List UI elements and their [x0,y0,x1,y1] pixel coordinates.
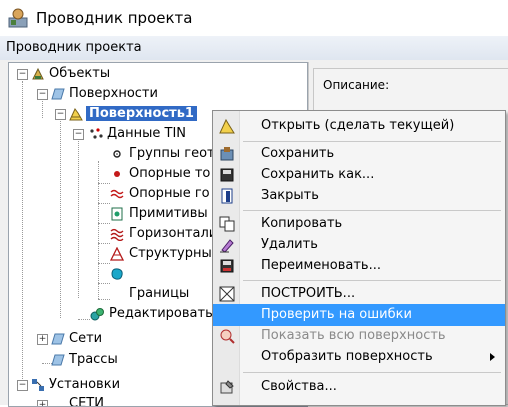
menu-label-save-as: Сохранить как... [261,167,375,182]
collapse-tin-toggle[interactable]: − [73,129,84,140]
point-groups-icon [113,150,121,158]
menu-item-show-all[interactable]: Показать всю поверхность [213,325,505,347]
tree-node-networks[interactable]: Сети [69,329,102,349]
surface-icon [69,108,83,121]
tree-node-settings-networks[interactable]: СЕТИ [69,394,104,406]
window-title: Проводник проекта [36,9,193,27]
delete-eraser-icon [220,239,234,253]
menu-item-save[interactable]: Сохранить [213,143,505,165]
menu-item-rename[interactable]: Переименовать... [213,255,505,277]
contours-icon [110,228,124,241]
menu-separator [243,141,501,142]
tree-node-tin-data[interactable]: Данные TIN [107,124,186,144]
tree-node-primitives[interactable]: Примитивы [129,204,208,224]
collapse-objects-toggle[interactable]: − [17,69,28,80]
tree-node-contours[interactable]: Горизонтали [129,224,217,244]
menu-item-check-errors[interactable]: Проверить на ошибки [213,304,505,326]
project-explorer-app-icon [8,8,28,28]
menu-label-show-all: Показать всю поверхность [261,328,446,343]
menu-label-open: Открыть (сделать текущей) [261,118,455,133]
menu-label-close: Закрыть [261,188,319,203]
save-as-icon [220,168,234,182]
tree-node-surfaces[interactable]: Поверхности [69,84,158,104]
title-bar: Проводник проекта [0,0,508,36]
menu-item-display-surface[interactable]: Отобразить поверхность [213,346,505,368]
description-label: Описание: [323,78,390,92]
tree-node-edit[interactable]: Редактировать [109,304,213,324]
collapse-settings-toggle[interactable]: − [17,380,28,391]
tree-node-objects[interactable]: Объекты [49,64,110,84]
edit-icon [90,308,104,321]
menu-label-copy: Копировать [261,216,343,231]
expand-settings-networks-toggle[interactable]: + [37,400,48,406]
menu-label-rename: Переименовать... [261,258,381,273]
tin-data-icon [90,128,103,139]
menu-separator [243,280,501,281]
menu-label-check-errors: Проверить на ошибки [261,307,412,322]
boundaries-icon [111,268,123,280]
reference-points-icon [114,171,120,177]
menu-item-close[interactable]: Закрыть [213,185,505,207]
context-menu: Открыть (сделать текущей) Сохранить Сохр… [212,110,506,406]
menu-item-build[interactable]: ПОСТРОИТЬ... [213,283,505,305]
primitives-icon [111,207,123,221]
tree-node-point-groups[interactable]: Группы геот [129,144,215,164]
tree-node-alignments[interactable]: Трассы [69,350,118,370]
tree-node-structural-lines[interactable]: Структурные [129,244,220,264]
tree-node-reference-contours[interactable]: Опорные го [129,184,210,204]
settings-icon [32,379,44,391]
menu-item-open[interactable]: Открыть (сделать текущей) [213,115,505,137]
properties-icon [220,380,234,394]
objects-icon [32,67,44,80]
menu-label-display-surface: Отобразить поверхность [261,349,433,364]
menu-label-build: ПОСТРОИТЬ... [261,286,356,301]
alignments-folder-icon [51,354,65,366]
zoom-extents-icon [220,329,235,344]
rename-icon [220,259,234,273]
menu-item-delete[interactable]: Удалить [213,234,505,256]
tree-node-reference-points[interactable]: Опорные то [129,164,210,184]
expand-networks-toggle[interactable]: + [37,334,48,345]
structural-lines-icon [110,247,124,261]
tree-node-surface1[interactable]: Поверхность1 [86,104,197,124]
submenu-arrow-icon [490,353,495,361]
panel-header-title: Проводник проекта [6,40,142,55]
menu-item-save-as[interactable]: Сохранить как... [213,164,505,186]
menu-label-save: Сохранить [261,146,335,161]
tree-node-boundaries[interactable]: Границы [129,284,189,304]
networks-folder-icon [51,333,65,345]
open-surface-icon [219,118,235,134]
menu-separator [243,210,501,211]
close-door-icon [221,188,233,204]
menu-label-properties: Свойства... [261,379,337,394]
menu-item-properties[interactable]: Свойства... [213,376,505,398]
collapse-surfaces-toggle[interactable]: − [37,89,48,100]
tree-node-settings[interactable]: Установки [49,375,120,395]
panel-header: Проводник проекта [0,36,508,61]
save-icon [220,147,234,161]
collapse-surface1-toggle[interactable]: − [55,109,66,120]
menu-separator [243,372,501,373]
build-icon [219,286,235,302]
reference-contours-icon [110,189,124,199]
selected-surface-label: Поверхность1 [86,106,197,121]
surfaces-folder-icon [51,88,65,100]
menu-item-copy[interactable]: Копировать [213,213,505,235]
menu-label-delete: Удалить [261,237,318,252]
copy-icon [219,216,235,232]
